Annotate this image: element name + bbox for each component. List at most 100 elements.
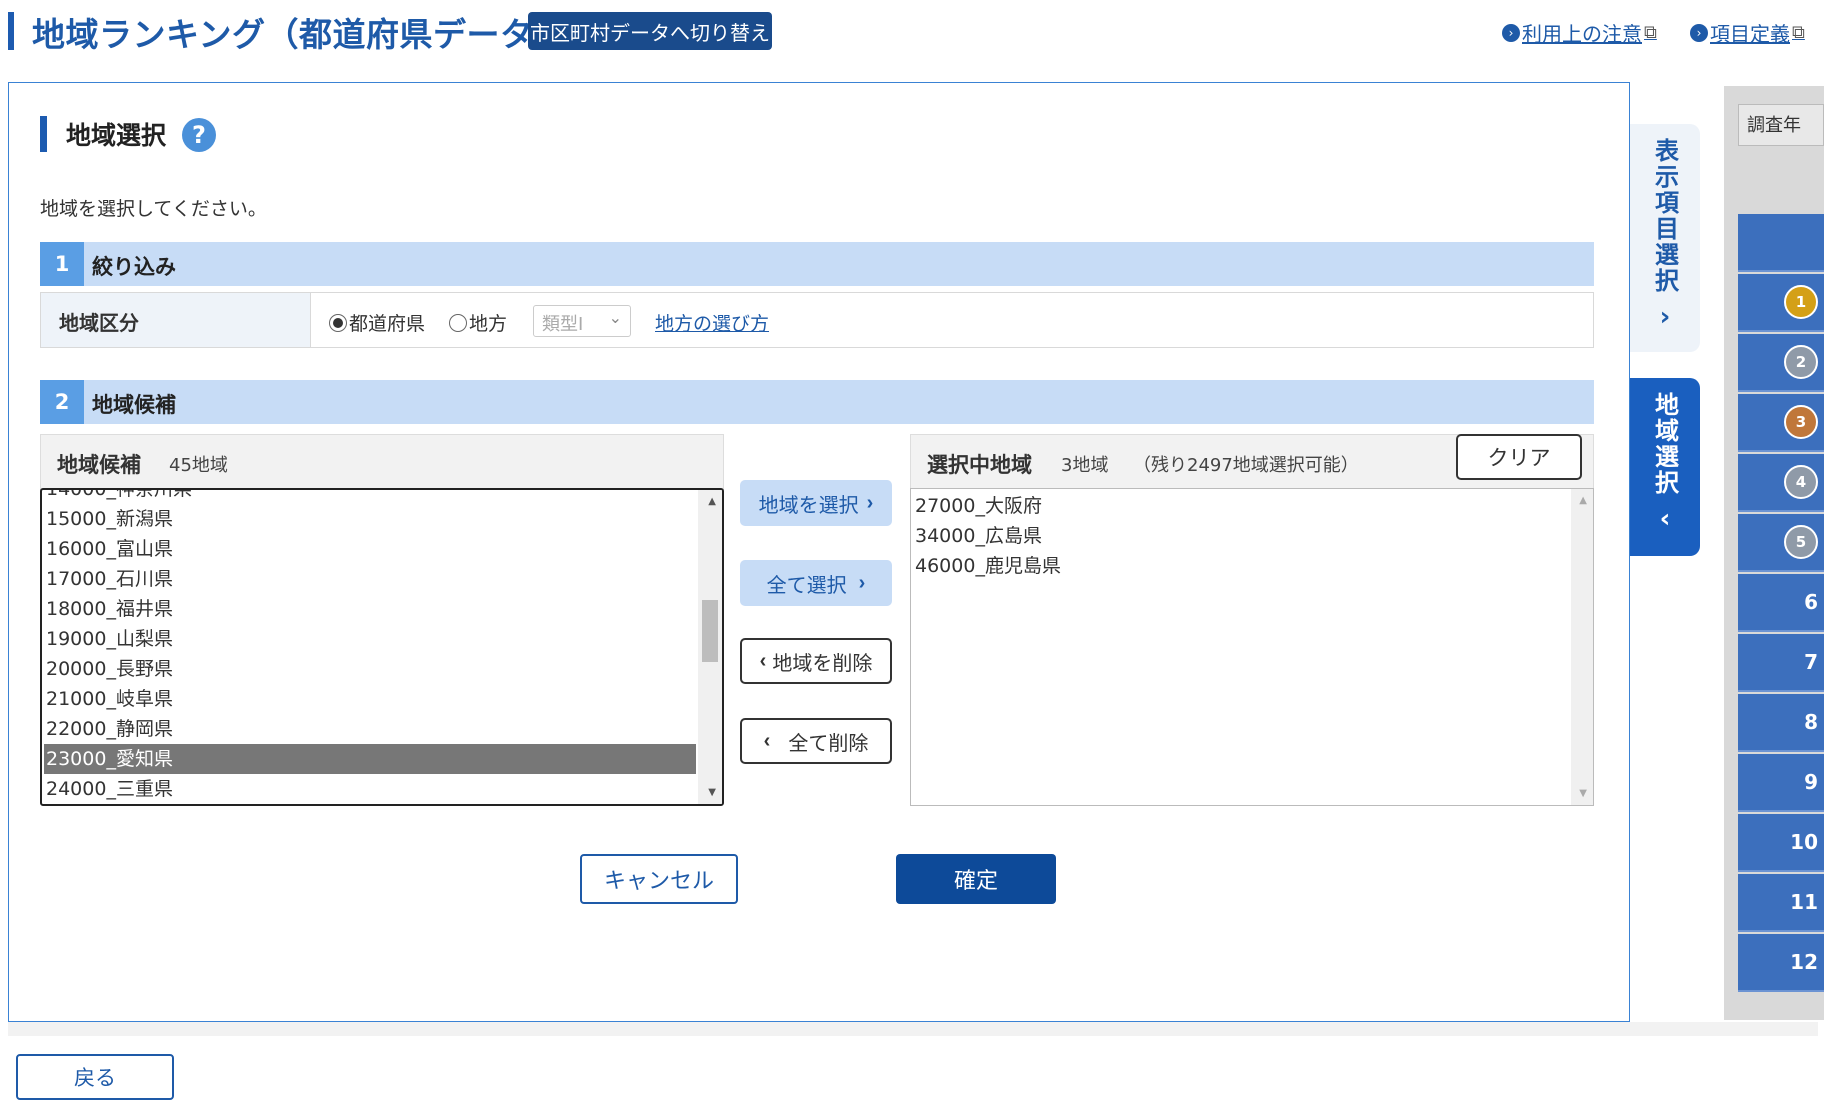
tab-display-items[interactable]: 表示項目選択 › [1630, 124, 1700, 352]
external-window-icon: ⧉ [1792, 22, 1805, 43]
list-item[interactable]: 19000_山梨県 [44, 624, 696, 654]
remaining-count: （残り2497地域選択可能） [1133, 455, 1359, 476]
list-item[interactable]: 18000_福井県 [44, 594, 696, 624]
step1-label: 絞り込み [92, 255, 176, 279]
rank-cell-12: 12 [1738, 934, 1824, 992]
radio-prefecture[interactable]: 都道府県 [329, 309, 425, 336]
chevron-left-icon: ‹ [1659, 504, 1671, 534]
radio-prefecture-label: 都道府県 [349, 313, 426, 335]
switch-to-municipality-button[interactable]: 市区町村データへ切り替え [528, 12, 772, 50]
tab-region-select[interactable]: 地域選択 ‹ [1630, 378, 1700, 556]
scrollbar-thumb[interactable] [702, 600, 718, 662]
scroll-down-icon[interactable]: ▼ [708, 787, 716, 798]
section-accent-bar [40, 116, 47, 152]
usage-notes-link[interactable]: › 利用上の注意 ⧉ [1502, 18, 1657, 47]
select-region-button[interactable]: 地域を選択 › [740, 480, 892, 526]
list-item-selected[interactable]: 23000_愛知県 [44, 744, 696, 774]
delete-all-button[interactable]: ‹ 全て削除 [740, 718, 892, 764]
selected-listbox[interactable]: 27000_大阪府 34000_広島県 46000_鹿児島県 ▲ ▼ [910, 488, 1594, 806]
chevron-right-icon: › [858, 571, 866, 594]
radio-region[interactable]: 地方 [449, 309, 507, 336]
candidate-scrollbar[interactable]: ▲ ▼ [698, 490, 722, 804]
rank-cell-9: 9 [1738, 754, 1824, 812]
delete-region-button[interactable]: ‹ 地域を削除 [740, 638, 892, 684]
select-all-label: 全て選択 [766, 574, 847, 597]
selected-scrollbar[interactable]: ▲ ▼ [1571, 489, 1593, 805]
arrow-circle-icon: › [1502, 23, 1520, 42]
selected-count: 3地域 [1061, 455, 1109, 476]
region-type-select[interactable]: 類型Ⅰ ⌄ [533, 305, 631, 337]
rank-cell-3: 3 [1738, 394, 1824, 452]
rank-cell-5: 5 [1738, 514, 1824, 572]
candidate-listbox[interactable]: 14000_神奈川県 15000_新潟県 16000_富山県 17000_石川県… [40, 488, 724, 806]
region-type-select-value: 類型Ⅰ [542, 314, 584, 335]
silver-medal-icon: 2 [1784, 345, 1818, 379]
item-definition-link[interactable]: › 項目定義 ⧉ [1690, 18, 1805, 47]
list-item[interactable]: 46000_鹿児島県 [915, 551, 1061, 581]
selected-list-title: 選択中地域 [927, 453, 1032, 477]
rank-cell-11: 11 [1738, 874, 1824, 932]
step2-number: 2 [40, 380, 84, 424]
radio-region-label: 地方 [469, 313, 508, 335]
step2-label: 地域候補 [92, 393, 176, 417]
arrow-circle-icon: › [1690, 23, 1708, 42]
candidate-list-header: 地域候補 45地域 [40, 434, 724, 490]
survey-year-header: 調査年 [1738, 104, 1824, 146]
gold-medal-icon: 1 [1784, 285, 1818, 319]
rank-header-cell [1738, 214, 1824, 272]
list-item[interactable]: 17000_石川県 [44, 564, 696, 594]
list-item[interactable]: 34000_広島県 [915, 521, 1042, 551]
section-title: 地域選択 [66, 121, 167, 150]
step2-header: 2 地域候補 [40, 380, 1594, 424]
confirm-button[interactable]: 確定 [896, 854, 1056, 904]
how-to-choose-region-link[interactable]: 地方の選び方 [655, 309, 769, 336]
item-definition-label: 項目定義 [1710, 22, 1790, 46]
rank-cell-2: 2 [1738, 334, 1824, 392]
help-icon[interactable]: ? [182, 118, 216, 152]
list-item[interactable]: 21000_岐阜県 [44, 684, 696, 714]
panel-shadow [8, 1022, 1818, 1036]
list-item[interactable]: 14000_神奈川県 [44, 490, 696, 504]
tab-display-items-label: 表示項目選択 [1650, 138, 1679, 294]
select-region-label: 地域を選択 [758, 494, 859, 517]
external-window-icon: ⧉ [1644, 22, 1657, 43]
radio-unchecked-icon[interactable] [449, 313, 467, 332]
step1-number: 1 [40, 242, 84, 286]
select-all-button[interactable]: 全て選択 › [740, 560, 892, 606]
scroll-up-icon[interactable]: ▲ [1579, 495, 1587, 506]
title-accent-bar [8, 12, 14, 50]
candidate-list-title: 地域候補 [57, 453, 141, 477]
candidate-count: 45地域 [169, 455, 228, 476]
chevron-left-icon: ‹ [759, 649, 767, 672]
usage-notes-label: 利用上の注意 [1522, 22, 1642, 46]
scroll-up-icon[interactable]: ▲ [708, 496, 716, 507]
chevron-left-icon: ‹ [763, 729, 771, 752]
rank-cell-8: 8 [1738, 694, 1824, 752]
list-item[interactable]: 20000_長野県 [44, 654, 696, 684]
cancel-button[interactable]: キャンセル [580, 854, 738, 904]
bronze-medal-icon: 3 [1784, 405, 1818, 439]
list-item[interactable]: 15000_新潟県 [44, 504, 696, 534]
list-item[interactable]: 24000_三重県 [44, 774, 696, 804]
radio-checked-icon[interactable] [329, 313, 347, 332]
delete-all-label: 全て削除 [788, 732, 869, 755]
back-button[interactable]: 戻る [16, 1054, 174, 1100]
chevron-right-icon: › [1659, 302, 1671, 332]
rank-cell-10: 10 [1738, 814, 1824, 872]
rank-badge-icon: 4 [1784, 465, 1818, 499]
tab-region-select-label: 地域選択 [1650, 392, 1679, 496]
delete-region-label: 地域を削除 [772, 652, 873, 675]
scroll-down-icon[interactable]: ▼ [1579, 788, 1587, 799]
instruction-text: 地域を選択してください。 [40, 198, 267, 220]
region-type-row: 地域区分 都道府県 地方 類型Ⅰ ⌄ 地方の選び方 [40, 292, 1594, 348]
rank-cell-1: 1 [1738, 274, 1824, 332]
clear-button[interactable]: クリア [1456, 434, 1582, 480]
step1-header: 1 絞り込み [40, 242, 1594, 286]
list-item[interactable]: 27000_大阪府 [915, 491, 1042, 521]
chevron-down-icon: ⌄ [608, 308, 622, 327]
rank-cell-7: 7 [1738, 634, 1824, 692]
list-item[interactable]: 16000_富山県 [44, 534, 696, 564]
list-item[interactable]: 22000_静岡県 [44, 714, 696, 744]
rank-cell-4: 4 [1738, 454, 1824, 512]
region-type-label: 地域区分 [41, 293, 311, 347]
